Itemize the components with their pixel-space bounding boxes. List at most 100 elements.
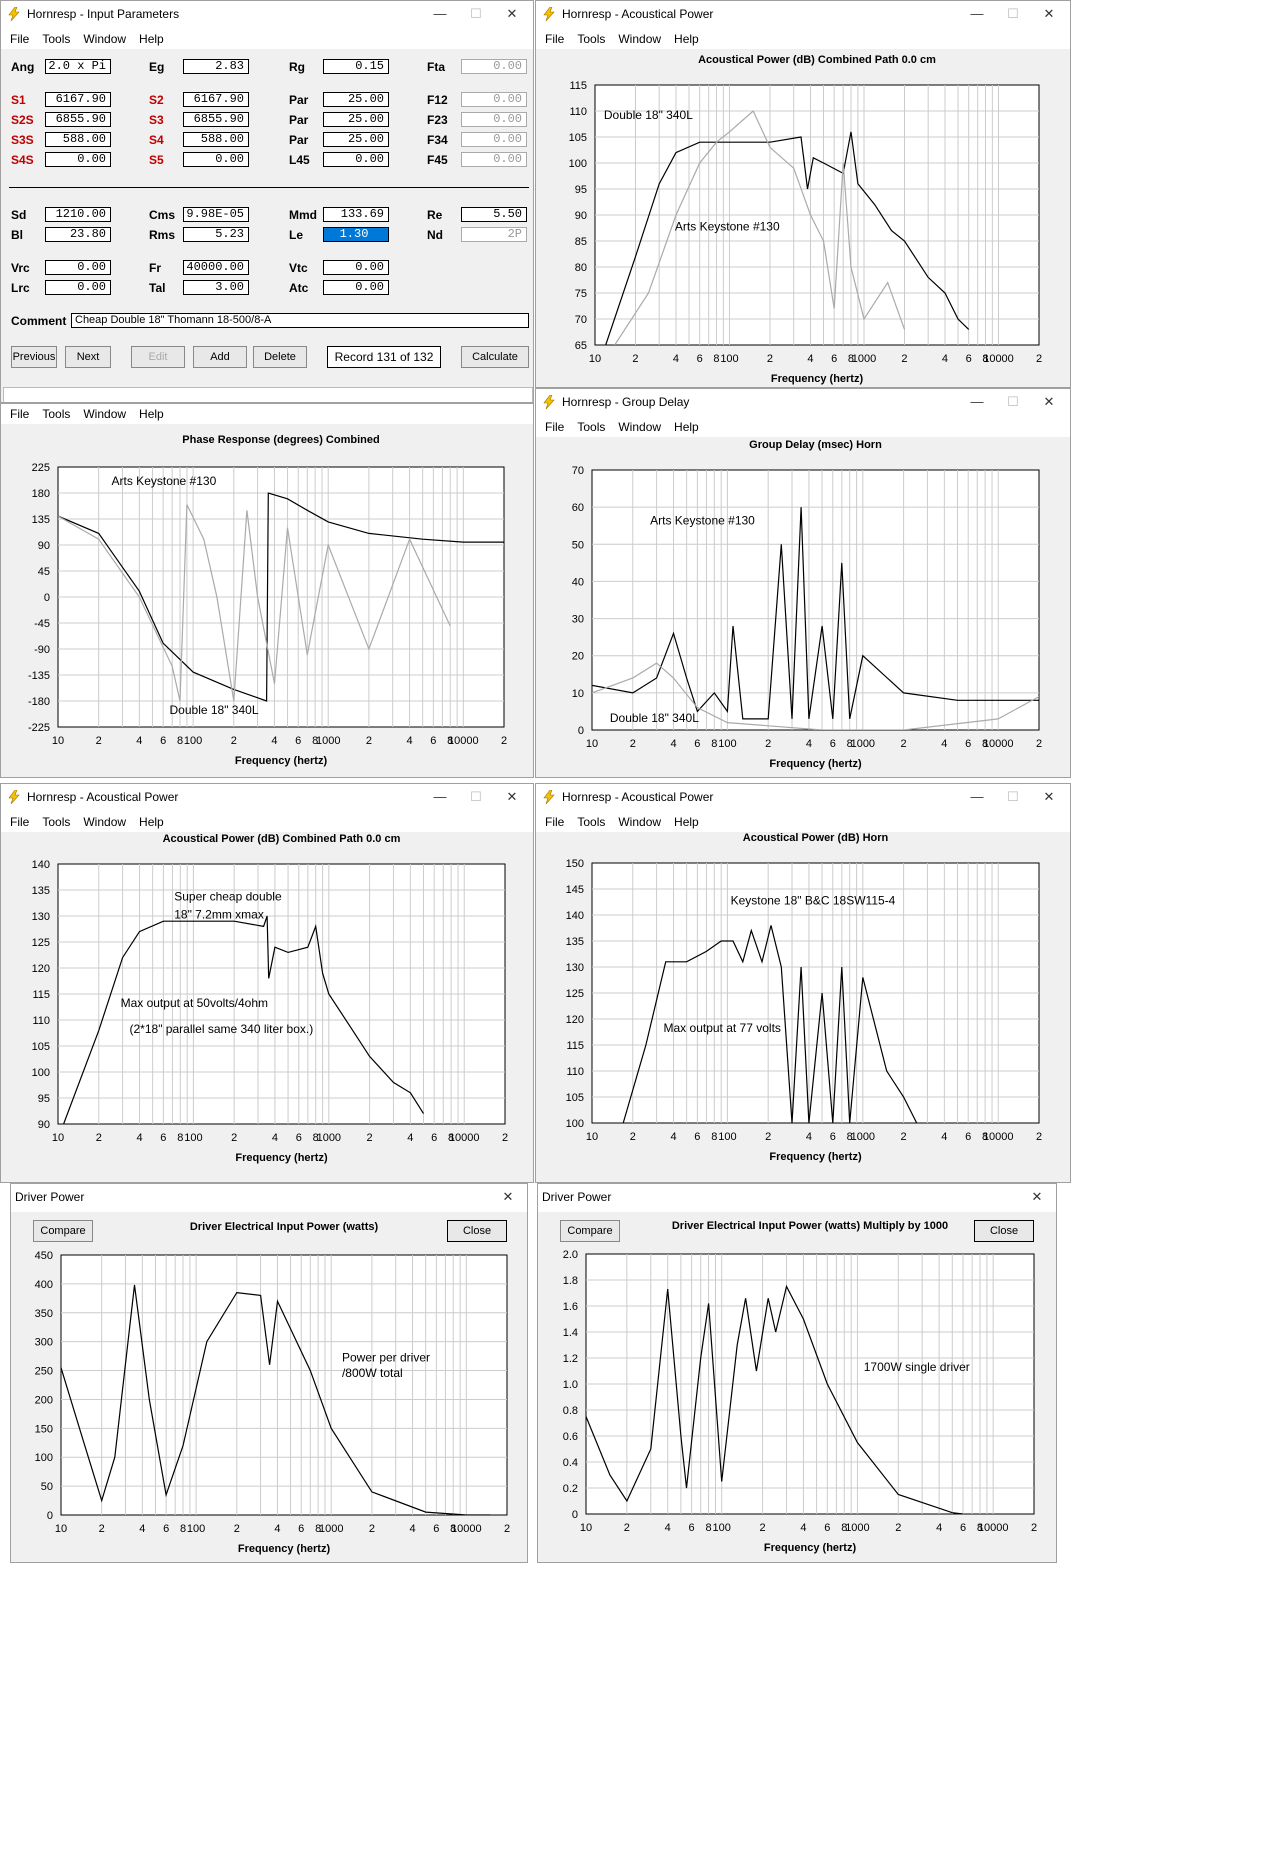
close-dialog-button[interactable]: Close <box>447 1220 507 1242</box>
param-field-vtc[interactable]: 0.00 <box>323 260 389 275</box>
param-field-par[interactable]: 25.00 <box>323 112 389 127</box>
param-field-s2[interactable]: 6167.90 <box>183 92 249 107</box>
menu-help[interactable]: Help <box>674 417 699 437</box>
menu-window[interactable]: Window <box>83 404 126 424</box>
menu-tools[interactable]: Tools <box>42 404 70 424</box>
annotation-text: Super cheap double <box>174 889 282 903</box>
menu-tools[interactable]: Tools <box>42 812 70 832</box>
compare-button[interactable]: Compare <box>33 1220 93 1242</box>
param-field-s5[interactable]: 0.00 <box>183 152 249 167</box>
close-button[interactable]: ✕ <box>1034 392 1064 412</box>
param-field-s1[interactable]: 6167.90 <box>45 92 111 107</box>
annotation-text: Arts Keystone #130 <box>650 514 755 528</box>
menu-tools[interactable]: Tools <box>577 29 605 49</box>
x-tick-label: 8 <box>180 1523 186 1535</box>
param-field-rg[interactable]: 0.15 <box>323 59 389 74</box>
param-field-re[interactable]: 5.50 <box>461 207 527 222</box>
close-button[interactable]: ✕ <box>497 787 527 807</box>
menu-file[interactable]: File <box>545 812 564 832</box>
param-field-fr[interactable]: 40000.00 <box>183 260 249 275</box>
menu-window[interactable]: Window <box>618 417 661 437</box>
next-button[interactable]: Next <box>65 346 111 368</box>
menu-file[interactable]: File <box>545 417 564 437</box>
close-button[interactable]: ✕ <box>497 4 527 24</box>
param-field-sd[interactable]: 1210.00 <box>45 207 111 222</box>
maximize-button[interactable]: ☐ <box>998 4 1028 24</box>
maximize-button[interactable]: ☐ <box>998 392 1028 412</box>
menu-window[interactable]: Window <box>83 29 126 49</box>
menu-help[interactable]: Help <box>139 812 164 832</box>
menu-tools[interactable]: Tools <box>577 417 605 437</box>
param-field-f12[interactable]: 0.00 <box>461 92 527 107</box>
menu-file[interactable]: File <box>10 812 29 832</box>
calculate-button[interactable]: Calculate <box>461 346 529 368</box>
param-field-f23[interactable]: 0.00 <box>461 112 527 127</box>
param-field-vrc[interactable]: 0.00 <box>45 260 111 275</box>
minimize-button[interactable]: — <box>425 787 455 807</box>
param-field-s4s[interactable]: 0.00 <box>45 152 111 167</box>
comment-field[interactable]: Cheap Double 18" Thomann 18-500/8-A <box>71 313 529 328</box>
param-field-lrc[interactable]: 0.00 <box>45 280 111 295</box>
param-field-f34[interactable]: 0.00 <box>461 132 527 147</box>
edit-button[interactable]: Edit <box>131 346 185 368</box>
series-line-1 <box>586 1284 964 1514</box>
menu-tools[interactable]: Tools <box>42 29 70 49</box>
menu-file[interactable]: File <box>10 29 29 49</box>
param-field-par[interactable]: 25.00 <box>323 92 389 107</box>
menu-window[interactable]: Window <box>618 29 661 49</box>
maximize-button[interactable]: ☐ <box>461 787 491 807</box>
param-field-fta[interactable]: 0.00 <box>461 59 527 74</box>
minimize-button[interactable]: — <box>962 787 992 807</box>
menu-help[interactable]: Help <box>139 404 164 424</box>
param-field-le[interactable]: 1.30 <box>323 227 389 242</box>
param-field-nd[interactable]: 2P <box>461 227 527 242</box>
menu-help[interactable]: Help <box>674 812 699 832</box>
previous-button[interactable]: Previous <box>11 346 57 368</box>
param-field-atc[interactable]: 0.00 <box>323 280 389 295</box>
param-field-rms[interactable]: 5.23 <box>183 227 249 242</box>
menu-tools[interactable]: Tools <box>577 812 605 832</box>
param-field-s4[interactable]: 588.00 <box>183 132 249 147</box>
menu-window[interactable]: Window <box>618 812 661 832</box>
close-button[interactable]: ✕ <box>1022 1187 1052 1207</box>
param-field-s3[interactable]: 6855.90 <box>183 112 249 127</box>
param-field-f45[interactable]: 0.00 <box>461 152 527 167</box>
close-button[interactable]: ✕ <box>493 1187 523 1207</box>
param-label-f34: F34 <box>427 133 448 147</box>
menu-file[interactable]: File <box>545 29 564 49</box>
maximize-button[interactable]: ☐ <box>998 787 1028 807</box>
x-tick-label: 100 <box>187 1523 205 1535</box>
param-field-mmd[interactable]: 133.69 <box>323 207 389 222</box>
minimize-button[interactable]: — <box>425 4 455 24</box>
param-field-par[interactable]: 25.00 <box>323 132 389 147</box>
window-title: Hornresp - Acoustical Power <box>562 790 714 804</box>
compare-button[interactable]: Compare <box>560 1220 620 1242</box>
add-button[interactable]: Add <box>193 346 247 368</box>
x-tick-label: 6 <box>694 1131 700 1143</box>
param-field-bl[interactable]: 23.80 <box>45 227 111 242</box>
menu-window[interactable]: Window <box>83 812 126 832</box>
x-tick-label: 2 <box>1036 353 1042 365</box>
menu-file[interactable]: File <box>10 404 29 424</box>
delete-button[interactable]: Delete <box>253 346 307 368</box>
param-field-ang[interactable]: 2.0 x Pi <box>45 59 111 74</box>
x-tick-label: 8 <box>847 1131 853 1143</box>
close-button[interactable]: ✕ <box>1034 787 1064 807</box>
param-field-s2s[interactable]: 6855.90 <box>45 112 111 127</box>
x-tick-label: 8 <box>982 353 988 365</box>
param-field-cms[interactable]: 9.98E-05 <box>183 207 249 222</box>
status-bar <box>3 387 533 402</box>
maximize-button[interactable]: ☐ <box>461 4 491 24</box>
minimize-button[interactable]: — <box>962 392 992 412</box>
param-field-eg[interactable]: 2.83 <box>183 59 249 74</box>
x-tick-label: 2 <box>231 1132 237 1144</box>
minimize-button[interactable]: — <box>962 4 992 24</box>
y-tick-label: 85 <box>575 236 587 248</box>
param-field-l45[interactable]: 0.00 <box>323 152 389 167</box>
close-dialog-button[interactable]: Close <box>974 1220 1034 1242</box>
menu-help[interactable]: Help <box>674 29 699 49</box>
param-field-s3s[interactable]: 588.00 <box>45 132 111 147</box>
close-button[interactable]: ✕ <box>1034 4 1064 24</box>
param-field-tal[interactable]: 3.00 <box>183 280 249 295</box>
menu-help[interactable]: Help <box>139 29 164 49</box>
